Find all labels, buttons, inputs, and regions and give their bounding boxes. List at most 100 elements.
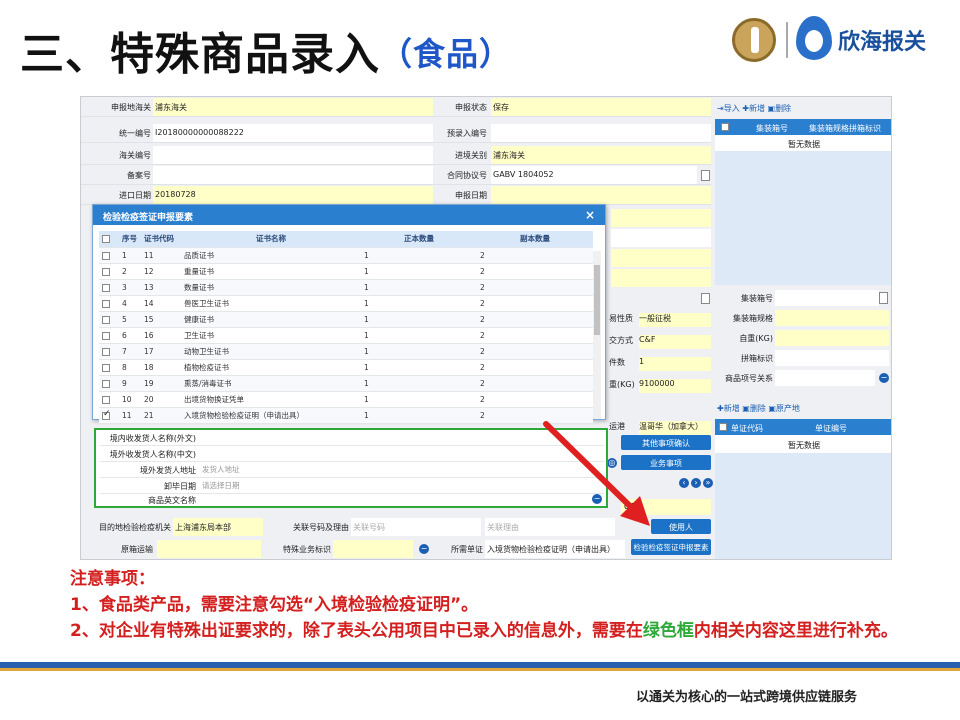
contract-checkbox[interactable]	[701, 170, 710, 181]
more-icon[interactable]: »	[703, 478, 713, 488]
row-checkbox[interactable]	[102, 379, 110, 388]
field-value[interactable]	[333, 540, 413, 558]
field-value[interactable]	[153, 146, 433, 164]
field-value[interactable]: 请选择日期	[202, 480, 598, 492]
row-checkbox[interactable]	[102, 395, 110, 404]
row-checkbox[interactable]	[102, 299, 110, 308]
field-value[interactable]: 一般征税	[639, 313, 711, 327]
table-row[interactable]: 3 13 数量证书 1 2	[99, 279, 593, 296]
add-icon[interactable]: ✚	[717, 404, 724, 413]
checkbox-cell[interactable]	[99, 343, 119, 360]
checkbox-cell[interactable]	[99, 327, 119, 344]
field-value[interactable]	[611, 249, 711, 267]
form-row: 申报地海关 浦东海关 申报状态 保存	[81, 97, 711, 117]
detail-row: 集装箱规格	[715, 309, 891, 329]
add-button[interactable]: 新增	[724, 404, 740, 413]
row-checkbox[interactable]	[102, 251, 110, 260]
table-row[interactable]: 9 19 熏蒸/消毒证书 1 2	[99, 375, 593, 392]
field-value[interactable]: 入境货物检验检疫证明（申请出具）	[485, 540, 625, 558]
select-all-checkbox[interactable]	[719, 423, 727, 431]
field-checkbox[interactable]	[701, 293, 710, 304]
checkbox-cell[interactable]	[99, 263, 119, 280]
field-checkbox[interactable]	[879, 292, 888, 304]
row-checkbox[interactable]	[102, 283, 110, 292]
field-value[interactable]	[775, 350, 889, 366]
copy-count: 2	[477, 375, 593, 392]
checkbox-cell[interactable]	[99, 311, 119, 328]
row-checkbox[interactable]	[102, 347, 110, 356]
minus-icon[interactable]: −	[879, 373, 889, 383]
delete-button[interactable]: 删除	[775, 104, 791, 113]
scrollbar-thumb[interactable]	[594, 265, 600, 335]
origin-icon[interactable]: ▣	[768, 404, 776, 413]
field-value[interactable]	[611, 209, 711, 227]
checkbox-cell[interactable]	[99, 407, 119, 424]
field-value[interactable]: 发货人地址	[202, 464, 598, 476]
field-value[interactable]	[775, 370, 875, 386]
checkbox-cell[interactable]	[99, 391, 119, 408]
select-all-checkbox[interactable]	[102, 235, 110, 244]
field-value[interactable]: 关联号码	[351, 518, 481, 536]
add-icon[interactable]: ✚	[742, 104, 749, 113]
field-value[interactable]: 1	[639, 357, 711, 371]
row-checkbox[interactable]	[102, 363, 110, 372]
minus-icon[interactable]: −	[419, 544, 429, 554]
table-row[interactable]: 1121入境货物检验检疫证明（申请出具）12	[99, 407, 593, 424]
origin-button[interactable]: 原产地	[776, 404, 800, 413]
table-row[interactable]: 10 20 出境货物换证凭单 1 2	[99, 391, 593, 408]
import-button[interactable]: 导入	[724, 104, 740, 113]
col-header: 副本数量	[477, 231, 593, 248]
table-row[interactable]: 4 14 兽医卫生证书 1 2	[99, 295, 593, 312]
field-value[interactable]: I20180000000088222	[153, 124, 433, 142]
red-arrow-icon	[543, 421, 650, 526]
delete-icon[interactable]: ▣	[742, 404, 750, 413]
table-row[interactable]: 1 11 品质证书 1 2	[99, 247, 593, 264]
checkbox-cell[interactable]	[99, 359, 119, 376]
field-value[interactable]	[202, 494, 598, 506]
row-checkbox[interactable]	[102, 331, 110, 340]
table-row[interactable]: 2 12 重量证书 1 2	[99, 263, 593, 280]
field-value[interactable]	[611, 229, 711, 247]
checkbox-cell[interactable]	[99, 279, 119, 296]
field-value[interactable]	[202, 432, 598, 444]
cert-name: 兽医卫生证书	[181, 295, 361, 312]
next-icon[interactable]: ›	[691, 478, 701, 488]
scrollbar[interactable]	[593, 251, 601, 419]
prev-icon[interactable]: ‹	[679, 478, 689, 488]
row-checkbox[interactable]	[102, 267, 110, 276]
delete-icon[interactable]: ▣	[768, 104, 776, 113]
select-all-cell[interactable]	[99, 231, 119, 248]
field-value[interactable]	[775, 330, 889, 346]
field-value[interactable]	[491, 186, 711, 204]
select-all-checkbox[interactable]	[721, 123, 729, 131]
checkbox-cell[interactable]	[99, 247, 119, 264]
table-row[interactable]: 7 17 动物卫生证书 1 2	[99, 343, 593, 360]
delete-button[interactable]: 删除	[750, 404, 766, 413]
import-icon[interactable]: ⇥	[717, 104, 724, 113]
field-value[interactable]	[157, 540, 261, 558]
checkbox-cell[interactable]	[99, 295, 119, 312]
row-checkbox[interactable]	[102, 409, 111, 420]
field-value[interactable]: 9100000	[639, 379, 711, 393]
field-value[interactable]: GABV 1804052	[491, 166, 697, 184]
row-checkbox[interactable]	[102, 315, 110, 324]
field-value[interactable]: 浦东海关	[153, 98, 433, 116]
field-value[interactable]: 20180728	[153, 186, 433, 204]
table-row[interactable]: 5 15 健康证书 1 2	[99, 311, 593, 328]
add-button[interactable]: 新增	[749, 104, 765, 113]
field-value[interactable]	[491, 124, 711, 142]
cert-elements-button[interactable]: 检验检疫签证申报要素	[631, 539, 711, 555]
field-value[interactable]: 保存	[491, 98, 711, 116]
close-icon[interactable]: ×	[585, 208, 595, 222]
table-row[interactable]: 6 16 卫生证书 1 2	[99, 327, 593, 344]
field-value[interactable]	[775, 290, 879, 306]
field-value[interactable]: 浦东海关	[491, 146, 711, 164]
field-value[interactable]: C&F	[639, 335, 711, 349]
field-value[interactable]	[775, 310, 889, 326]
field-value[interactable]	[153, 166, 433, 184]
table-row[interactable]: 8 18 植物检疫证书 1 2	[99, 359, 593, 376]
checkbox-cell[interactable]	[99, 375, 119, 392]
field-value[interactable]: 上海浦东局本部	[173, 518, 263, 536]
field-value[interactable]	[611, 269, 711, 287]
field-value[interactable]	[202, 448, 598, 460]
